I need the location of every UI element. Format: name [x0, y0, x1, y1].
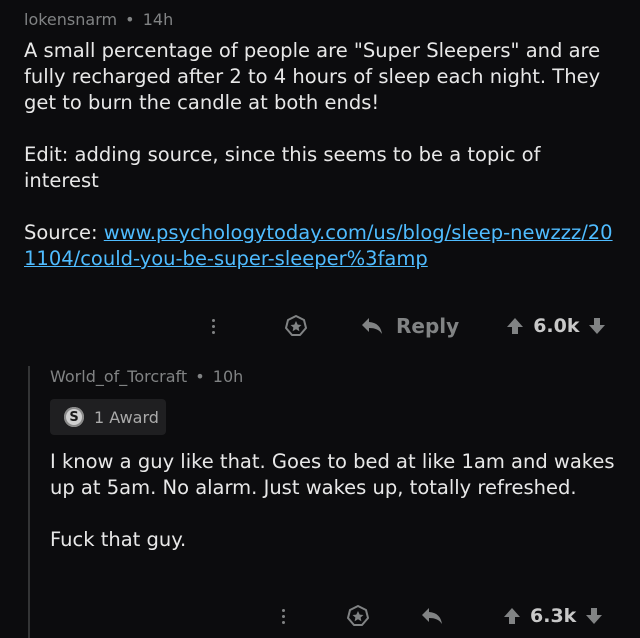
comment-actions: Reply 6.0k: [198, 308, 607, 344]
award-icon[interactable]: [276, 313, 316, 339]
comment-body: A small percentage of people are "Super …: [24, 38, 620, 272]
source-label: Source:: [24, 221, 98, 244]
comment-author[interactable]: World_of_Torcraft: [50, 367, 187, 386]
reply-button[interactable]: [420, 606, 456, 626]
upvote-arrow-icon[interactable]: [502, 606, 522, 626]
comment-meta: lokensnarm • 14h: [24, 8, 620, 32]
comment-paragraph: Edit: adding source, since this seems to…: [24, 143, 541, 192]
source-paragraph: Source: www.psychologytoday.com/us/blog/…: [24, 220, 620, 272]
award-count: 1 Award: [94, 407, 159, 427]
reply-label: Reply: [396, 314, 460, 338]
comment-author[interactable]: lokensnarm: [24, 10, 117, 29]
vote-controls: 6.0k: [505, 315, 607, 337]
thread-line[interactable]: [28, 366, 30, 638]
comment-paragraph: Fuck that guy.: [50, 528, 187, 551]
award-badge[interactable]: S 1 Award: [50, 399, 166, 435]
reply-arrow-icon: [422, 608, 442, 624]
award-icon[interactable]: [338, 603, 378, 629]
comment-paragraph: I know a guy like that. Goes to bed at l…: [50, 450, 615, 499]
vote-controls: 6.3k: [502, 605, 604, 627]
comment-actions: 6.3k: [268, 598, 604, 634]
comment-lokensnarm: lokensnarm • 14h A small percentage of p…: [24, 8, 620, 272]
comment-body: I know a guy like that. Goes to bed at l…: [50, 449, 620, 553]
source-link[interactable]: www.psychologytoday.com/us/blog/sleep-ne…: [24, 221, 613, 270]
upvote-arrow-icon[interactable]: [505, 316, 525, 336]
comment-world-of-torcraft: World_of_Torcraft • 10h S 1 Award I know…: [50, 365, 620, 553]
more-vertical-icon[interactable]: [198, 318, 228, 334]
meta-separator: •: [195, 367, 205, 386]
meta-separator: •: [125, 10, 135, 29]
comment-age: 10h: [212, 367, 244, 386]
more-vertical-icon[interactable]: [268, 608, 298, 624]
reply-button[interactable]: Reply: [360, 314, 459, 338]
comment-meta: World_of_Torcraft • 10h: [50, 365, 620, 389]
downvote-arrow-icon[interactable]: [587, 316, 607, 336]
downvote-arrow-icon[interactable]: [584, 606, 604, 626]
reply-arrow-icon: [362, 318, 382, 334]
comment-paragraph: A small percentage of people are "Super …: [24, 39, 601, 114]
vote-score: 6.3k: [530, 605, 577, 627]
silver-award-icon: S: [64, 407, 84, 427]
comment-age: 14h: [142, 10, 174, 29]
vote-score: 6.0k: [533, 315, 580, 337]
